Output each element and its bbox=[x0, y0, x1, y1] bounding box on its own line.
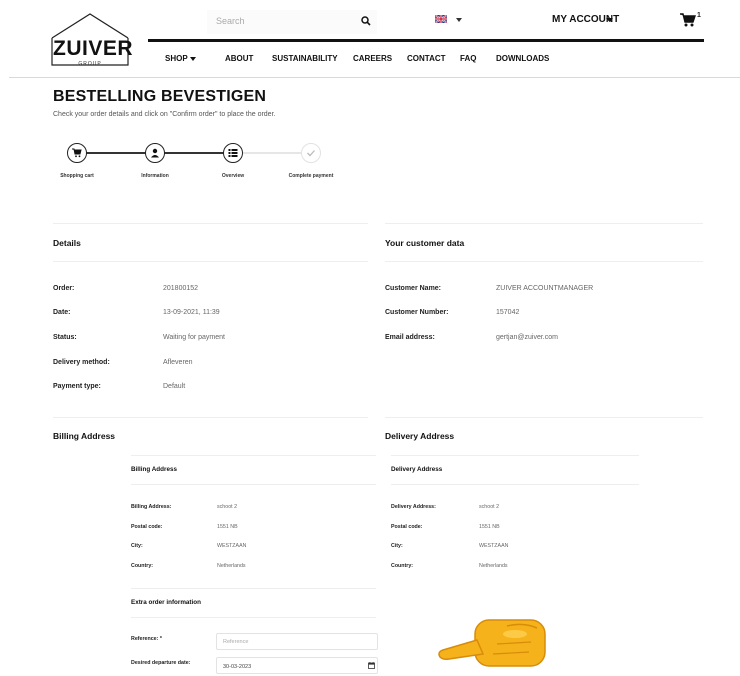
reference-label: Reference: * bbox=[131, 636, 162, 642]
search-icon[interactable] bbox=[361, 16, 371, 26]
date-value: 13-09-2021, 11:39 bbox=[163, 309, 220, 316]
step-overview[interactable] bbox=[223, 143, 243, 163]
step-shopping-cart[interactable] bbox=[67, 143, 87, 163]
customer-data-title: Your customer data bbox=[385, 238, 465, 248]
uk-flag-icon[interactable] bbox=[435, 15, 447, 23]
delivery-postal-label: Postal code: bbox=[391, 524, 423, 530]
reference-placeholder: Reference bbox=[223, 639, 249, 645]
customer-name-value: ZUIVER ACCOUNTMANAGER bbox=[496, 285, 594, 292]
billing-address-title: Billing Address bbox=[53, 431, 116, 441]
search-input[interactable]: Search bbox=[207, 10, 377, 34]
user-icon bbox=[151, 148, 159, 158]
search-placeholder: Search bbox=[216, 16, 245, 26]
divider bbox=[391, 484, 639, 485]
cart-icon bbox=[72, 148, 82, 158]
step-label: Overview bbox=[221, 173, 245, 179]
logo-subtext: GROUP bbox=[78, 61, 102, 67]
delivery-street-value: schoot 2 bbox=[479, 504, 500, 510]
chevron-down-icon[interactable] bbox=[606, 18, 613, 22]
nav-about[interactable]: ABOUT bbox=[225, 54, 253, 63]
departure-date-input[interactable]: 30-03-2023 bbox=[216, 657, 378, 674]
cart-count-badge: 1 bbox=[697, 12, 701, 19]
zuiver-logo[interactable]: ZUIVER GROUP bbox=[50, 12, 134, 68]
delivery-city-value: WESTZAAN bbox=[479, 543, 509, 549]
payment-type-value: Default bbox=[163, 383, 186, 390]
list-icon bbox=[228, 149, 238, 157]
nav-shop[interactable]: SHOP bbox=[165, 54, 188, 63]
nav-contact[interactable]: CONTACT bbox=[407, 54, 446, 63]
email-label: Email address: bbox=[385, 334, 435, 341]
delivery-method-label: Delivery method: bbox=[53, 359, 110, 366]
divider bbox=[131, 588, 376, 589]
delivery-city-label: City: bbox=[391, 543, 403, 549]
email-value: gertjan@zuiver.com bbox=[496, 334, 558, 341]
delivery-method-value: Afleveren bbox=[163, 359, 193, 366]
page-subtitle: Check your order details and click on "C… bbox=[53, 111, 276, 118]
divider bbox=[53, 261, 368, 262]
divider bbox=[131, 455, 376, 456]
divider bbox=[131, 484, 376, 485]
step-label: Shopping cart bbox=[60, 173, 94, 179]
checkout-steps: Shopping cart Information Overview Compl… bbox=[58, 140, 358, 182]
logo-text: ZUIVER bbox=[53, 37, 134, 60]
order-label: Order: bbox=[53, 285, 75, 292]
divider bbox=[53, 223, 368, 224]
chevron-down-icon[interactable] bbox=[190, 57, 196, 61]
customer-number-value: 157042 bbox=[496, 309, 520, 316]
billing-postal-value: 1551 NB bbox=[217, 524, 238, 530]
delivery-address-subtitle: Delivery Address bbox=[391, 466, 443, 473]
site-header: ZUIVER GROUP Search MY ACCOUNT 1 SHOP AB… bbox=[0, 0, 740, 78]
pointing-hand-icon bbox=[438, 619, 546, 667]
departure-date-label: Desired departure date: bbox=[131, 660, 191, 666]
status-label: Status: bbox=[53, 334, 77, 341]
divider bbox=[385, 261, 703, 262]
calendar-icon[interactable] bbox=[368, 662, 375, 669]
step-complete-payment[interactable] bbox=[301, 143, 321, 163]
nav-downloads[interactable]: DOWNLOADS bbox=[496, 54, 549, 63]
departure-date-value: 30-03-2023 bbox=[223, 664, 252, 670]
divider bbox=[385, 223, 703, 224]
billing-street-value: schoot 2 bbox=[217, 504, 238, 510]
nav-careers[interactable]: CAREERS bbox=[353, 54, 392, 63]
step-label: Information bbox=[141, 173, 169, 179]
billing-address-subtitle: Billing Address bbox=[131, 466, 177, 473]
delivery-postal-value: 1551 NB bbox=[479, 524, 500, 530]
nav-faq[interactable]: FAQ bbox=[460, 54, 476, 63]
payment-type-label: Payment type: bbox=[53, 383, 101, 390]
nav-sustainability[interactable]: SUSTAINABILITY bbox=[272, 54, 338, 63]
customer-name-label: Customer Name: bbox=[385, 285, 442, 292]
order-value: 201800152 bbox=[163, 285, 199, 292]
divider bbox=[131, 617, 376, 618]
reference-input[interactable]: Reference bbox=[216, 633, 378, 650]
check-icon bbox=[307, 150, 315, 157]
delivery-address-title: Delivery Address bbox=[385, 431, 455, 441]
header-rule bbox=[148, 39, 704, 42]
header-divider bbox=[9, 77, 740, 78]
customer-number-label: Customer Number: bbox=[385, 309, 449, 316]
billing-street-label: Billing Address: bbox=[131, 504, 172, 510]
billing-postal-label: Postal code: bbox=[131, 524, 163, 530]
delivery-country-value: Netherlands bbox=[479, 563, 508, 569]
page-title: BESTELLING BEVESTIGEN bbox=[53, 88, 267, 105]
billing-country-label: Country: bbox=[131, 563, 154, 569]
divider bbox=[53, 417, 368, 418]
cart-icon[interactable] bbox=[680, 13, 696, 27]
divider bbox=[385, 417, 703, 418]
divider bbox=[391, 455, 639, 456]
status-value: Waiting for payment bbox=[163, 334, 225, 341]
details-title: Details bbox=[53, 238, 81, 248]
delivery-street-label: Delivery Address: bbox=[391, 504, 436, 510]
billing-country-value: Netherlands bbox=[217, 563, 246, 569]
billing-city-label: City: bbox=[131, 543, 143, 549]
delivery-country-label: Country: bbox=[391, 563, 414, 569]
chevron-down-icon[interactable] bbox=[456, 18, 462, 22]
step-label: Complete payment bbox=[288, 173, 334, 179]
billing-city-value: WESTZAAN bbox=[217, 543, 247, 549]
date-label: Date: bbox=[53, 309, 71, 316]
step-information[interactable] bbox=[145, 143, 165, 163]
extra-info-title: Extra order information bbox=[131, 599, 201, 606]
